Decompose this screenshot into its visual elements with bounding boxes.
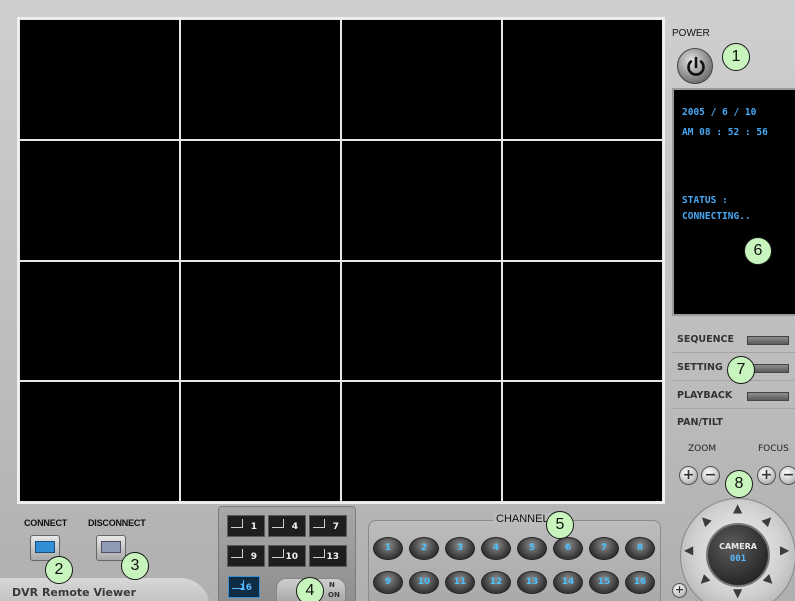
ptz-up-arrow-icon[interactable]: ▲ [733,502,742,514]
playback-button[interactable]: PLAYBACK [672,385,795,409]
ptz-left-arrow-icon[interactable]: ◀ [684,544,693,556]
callout-marker: 5 [546,511,574,539]
info-panel: 2005 / 6 / 10 AM 08 : 52 : 56 STATUS : C… [672,88,795,316]
video-cell[interactable] [341,19,502,140]
sequence-button[interactable]: SEQUENCE [672,329,795,353]
channel-4-button[interactable]: 4 [481,537,511,560]
camera-select-button[interactable]: CAMERA 001 [706,523,770,587]
focus-in-button[interactable]: + [757,466,776,485]
status-label: STATUS : [682,195,728,206]
disconnect-button[interactable] [96,535,126,561]
channel-14-button[interactable]: 14 [553,571,583,594]
status-value: CONNECTING.. [682,211,751,222]
video-cell[interactable] [180,19,341,140]
pan-tilt-header: PAN/TILT [672,412,795,436]
division-13-button[interactable]: 13 [309,545,347,567]
zoom-label: ZOOM [688,444,717,454]
video-cell[interactable] [502,381,663,502]
channel-7-button[interactable]: 7 [589,537,619,560]
focus-out-button[interactable]: − [779,466,795,485]
connect-label: CONNECT [24,518,68,528]
channel-9-button[interactable]: 9 [373,571,403,594]
division-7-button[interactable]: 7 [309,515,347,537]
app-title: DVR Remote Viewer [12,586,137,599]
video-cell[interactable] [502,19,663,140]
video-cell[interactable] [502,139,663,261]
ptz-down-arrow-icon[interactable]: ▼ [733,587,742,599]
channel-8-button[interactable]: 8 [625,537,655,560]
zoom-out-button[interactable]: − [701,466,720,485]
power-button[interactable] [677,48,713,84]
ptz-right-arrow-icon[interactable]: ▶ [780,544,789,556]
video-grid [17,17,665,504]
callout-marker: 4 [296,577,324,601]
channel-1-button[interactable]: 1 [373,537,403,560]
callout-marker: 6 [744,237,772,265]
video-cell[interactable] [19,260,180,382]
sequence-indicator [747,336,789,345]
channel-12-button[interactable]: 12 [481,571,511,594]
division-16-button[interactable]: 16 [228,576,260,598]
video-cell[interactable] [19,381,180,502]
date-display: 2005 / 6 / 10 [682,107,757,118]
channel-3-button[interactable]: 3 [445,537,475,560]
division-10-button[interactable]: 10 [268,545,306,567]
channel-16-button[interactable]: 16 [625,571,655,594]
video-cell[interactable] [19,19,180,140]
callout-marker: 7 [727,356,755,384]
callout-marker: 1 [722,43,750,71]
power-label: POWER [672,28,710,39]
channel-10-button[interactable]: 10 [409,571,439,594]
sequence-label: SEQUENCE [677,334,735,345]
camera-label: CAMERA [719,542,757,551]
video-cell[interactable] [341,381,502,502]
time-display: AM 08 : 52 : 56 [682,127,768,138]
channel-6-button[interactable]: 6 [553,537,583,560]
playback-indicator [747,392,789,401]
callout-marker: 3 [121,552,149,580]
connect-icon [35,541,55,553]
video-cell[interactable] [341,139,502,261]
channel-label: CHANNEL [493,513,552,525]
callout-marker: 8 [725,470,753,498]
ptz-preset-add-button[interactable]: + [672,583,687,598]
camera-number: 001 [729,554,747,564]
video-cell[interactable] [180,381,341,502]
channel-2-button[interactable]: 2 [409,537,439,560]
playback-label: PLAYBACK [677,390,733,401]
video-cell[interactable] [180,260,341,382]
channel-15-button[interactable]: 15 [589,571,619,594]
division-9-button[interactable]: 9 [227,545,265,567]
channel-13-button[interactable]: 13 [517,571,547,594]
setting-label: SETTING [677,362,723,373]
callout-marker: 2 [45,556,73,584]
division-4-button[interactable]: 4 [268,515,306,537]
video-cell[interactable] [341,260,502,382]
video-cell[interactable] [502,260,663,382]
division-1-button[interactable]: 1 [227,515,265,537]
disconnect-label: DISCONNECT [88,518,146,528]
pan-tilt-label: PAN/TILT [677,417,723,428]
video-cell[interactable] [180,139,341,261]
power-icon [687,56,705,76]
video-cell[interactable] [19,139,180,261]
zoom-in-button[interactable]: + [679,466,698,485]
disconnect-icon [101,541,121,553]
channel-11-button[interactable]: 11 [445,571,475,594]
focus-label: FOCUS [758,444,789,454]
channel-5-button[interactable]: 5 [517,537,547,560]
